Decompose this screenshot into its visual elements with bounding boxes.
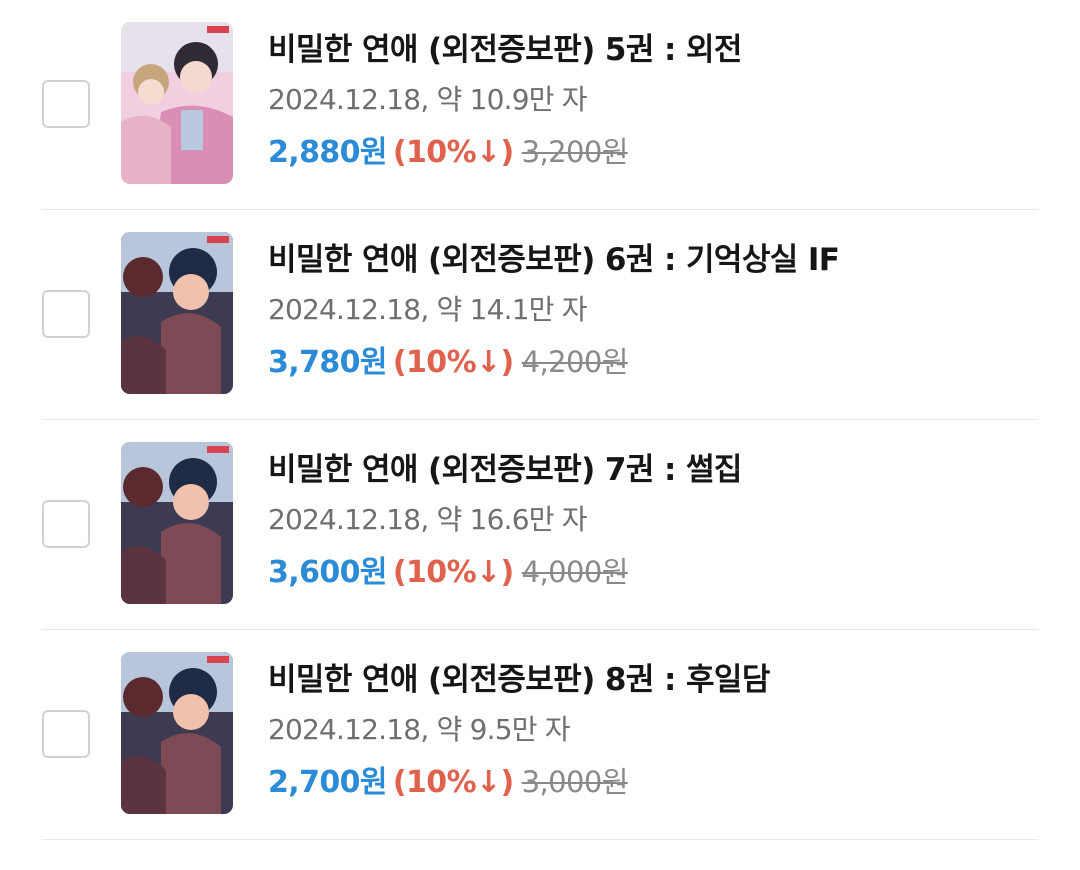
- price-line: 3,600원 (10%↓) 4,000원: [268, 552, 1060, 597]
- publish-date: 2024.12.18,: [268, 293, 429, 326]
- row-divider: [42, 839, 1038, 840]
- sale-price: 2,880원: [268, 135, 388, 170]
- book-title[interactable]: 비밀한 연애 (외전증보판) 8권 : 후일담: [268, 660, 1060, 700]
- select-checkbox[interactable]: [42, 710, 90, 758]
- price-line: 2,700원 (10%↓) 3,000원: [268, 762, 1060, 807]
- book-title[interactable]: 비밀한 연애 (외전증보판) 6권 : 기억상실 IF: [268, 240, 1060, 280]
- book-cover-image[interactable]: [121, 232, 233, 394]
- book-info[interactable]: 비밀한 연애 (외전증보판) 6권 : 기억상실 IF 2024.12.18, …: [268, 240, 1060, 387]
- list-item[interactable]: 비밀한 연애 (외전증보판) 5권 : 외전 2024.12.18, 약 10.…: [0, 0, 1080, 210]
- original-price: 4,200원: [521, 345, 629, 379]
- price-line: 3,780원 (10%↓) 4,200원: [268, 342, 1060, 387]
- book-meta: 2024.12.18, 약 10.9만 자: [268, 82, 1060, 118]
- discount-rate: (10%↓): [392, 555, 514, 590]
- book-list: 비밀한 연애 (외전증보판) 5권 : 외전 2024.12.18, 약 10.…: [0, 0, 1080, 840]
- original-price: 3,200원: [521, 135, 629, 169]
- book-length: 약 10.9만 자: [436, 83, 588, 116]
- publish-date: 2024.12.18,: [268, 503, 429, 536]
- book-cover-image[interactable]: [121, 22, 233, 184]
- book-title[interactable]: 비밀한 연애 (외전증보판) 5권 : 외전: [268, 30, 1060, 70]
- book-info[interactable]: 비밀한 연애 (외전증보판) 7권 : 썰집 2024.12.18, 약 16.…: [268, 450, 1060, 597]
- sale-price: 3,600원: [268, 555, 388, 590]
- discount-rate: (10%↓): [392, 765, 514, 800]
- book-length: 약 16.6만 자: [436, 503, 588, 536]
- book-cover-image[interactable]: [121, 652, 233, 814]
- original-price: 3,000원: [521, 765, 629, 799]
- price-line: 2,880원 (10%↓) 3,200원: [268, 132, 1060, 177]
- discount-rate: (10%↓): [392, 345, 514, 380]
- select-checkbox[interactable]: [42, 290, 90, 338]
- publish-date: 2024.12.18,: [268, 713, 429, 746]
- sale-price: 3,780원: [268, 345, 388, 380]
- book-meta: 2024.12.18, 약 16.6만 자: [268, 502, 1060, 538]
- book-length: 약 9.5만 자: [436, 713, 571, 746]
- publish-date: 2024.12.18,: [268, 83, 429, 116]
- book-title[interactable]: 비밀한 연애 (외전증보판) 7권 : 썰집: [268, 450, 1060, 490]
- discount-rate: (10%↓): [392, 135, 514, 170]
- list-item[interactable]: 비밀한 연애 (외전증보판) 8권 : 후일담 2024.12.18, 약 9.…: [0, 630, 1080, 840]
- book-info[interactable]: 비밀한 연애 (외전증보판) 8권 : 후일담 2024.12.18, 약 9.…: [268, 660, 1060, 807]
- book-info[interactable]: 비밀한 연애 (외전증보판) 5권 : 외전 2024.12.18, 약 10.…: [268, 30, 1060, 177]
- list-item[interactable]: 비밀한 연애 (외전증보판) 7권 : 썰집 2024.12.18, 약 16.…: [0, 420, 1080, 630]
- book-cover-image[interactable]: [121, 442, 233, 604]
- select-checkbox[interactable]: [42, 80, 90, 128]
- list-item[interactable]: 비밀한 연애 (외전증보판) 6권 : 기억상실 IF 2024.12.18, …: [0, 210, 1080, 420]
- original-price: 4,000원: [521, 555, 629, 589]
- book-meta: 2024.12.18, 약 9.5만 자: [268, 712, 1060, 748]
- book-length: 약 14.1만 자: [436, 293, 588, 326]
- book-meta: 2024.12.18, 약 14.1만 자: [268, 292, 1060, 328]
- sale-price: 2,700원: [268, 765, 388, 800]
- select-checkbox[interactable]: [42, 500, 90, 548]
